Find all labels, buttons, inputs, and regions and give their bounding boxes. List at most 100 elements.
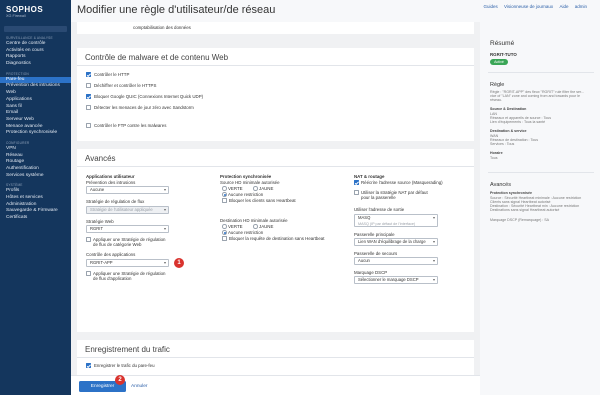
sidebar-item-authentication[interactable]: Authentification	[0, 166, 71, 173]
app-control-value: RGRIT-APP	[90, 260, 113, 265]
traffic-policy-value: Stratégie de l'utilisateur appliquée	[90, 207, 153, 212]
dscp-label: Marquage DSCP	[354, 270, 388, 275]
dscp-select[interactable]: Sélectionner le marquage DSCP ▾	[354, 276, 438, 284]
outgoing-address-label: Utiliser l'adresse de sortie	[354, 207, 405, 212]
summary-source-line-3: Lien d'équipements : Tous la santé	[490, 120, 546, 124]
sidebar-item-system-services[interactable]: Services système	[0, 173, 71, 180]
apply-app-traffic-label: Appliquer une Stratégie de régulation de…	[93, 271, 166, 281]
summary-schedule-value: Tous	[490, 156, 498, 160]
source-none-label: Aucune restriction	[228, 192, 264, 197]
default-nat-label: Utiliser la stratégie NAT par défaut pou…	[361, 190, 428, 200]
sidebar-item-web-server[interactable]: Serveur Web	[0, 117, 71, 124]
https-decrypt-label: Déchiffrer et contrôler le HTTPS	[94, 83, 157, 88]
summary-source-title: Source & Destination	[490, 107, 527, 111]
dest-green-radio[interactable]	[222, 224, 227, 229]
apply-app-traffic-checkbox[interactable]	[86, 271, 91, 276]
source-yellow-radio[interactable]	[253, 186, 258, 191]
source-yellow-label: JAUNE	[259, 186, 274, 191]
backup-gw-value: Aucun	[358, 258, 370, 263]
user-apps-heading: Applications utilisateur	[86, 174, 135, 179]
sidebar: SOPHOS XG Firewall Surveillance & analys…	[0, 0, 71, 395]
sidebar-item-hosts-services[interactable]: Hôtes et services	[0, 195, 71, 202]
marker-1-badge: 1	[174, 258, 184, 268]
sidebar-section-configure: Configurer	[6, 140, 30, 145]
outgoing-address-select[interactable]: MASQ MASQ (IP par défaut de l'interface)…	[354, 214, 438, 227]
source-hb-label: Source HD minimale autorisée	[220, 180, 280, 185]
chevron-down-icon: ▾	[163, 207, 166, 212]
cancel-button[interactable]: Annuler	[131, 384, 148, 389]
sandstorm-label: Détecter les menaces de jour zéro avec S…	[94, 105, 194, 110]
apply-web-category-checkbox[interactable]	[86, 237, 91, 242]
primary-gw-select[interactable]: Lien WAN d'équilibrage de la charge ▾	[354, 238, 438, 246]
app-control-select[interactable]: RGRIT-APP ▾	[86, 259, 169, 267]
default-nat-checkbox[interactable]	[354, 190, 359, 195]
rewrite-source-checkbox[interactable]	[354, 180, 359, 185]
web-policy-value: RGRIT	[90, 226, 104, 231]
block-quic-label: Bloquer Google QUIC (Connexions Internet…	[94, 94, 204, 99]
sidebar-item-diagnostics[interactable]: Diagnostics	[0, 61, 71, 68]
ips-select[interactable]: Aucune ▾	[86, 186, 169, 194]
source-green-radio[interactable]	[222, 186, 227, 191]
summary-dest-line-3: Services : Tous	[490, 142, 515, 146]
sidebar-item-vpn[interactable]: VPN	[0, 146, 71, 153]
http-scan-checkbox[interactable]	[86, 72, 91, 77]
dest-none-radio[interactable]	[222, 230, 227, 235]
ips-label: Prévention des intrusions	[86, 180, 136, 185]
sandstorm-checkbox[interactable]	[86, 105, 91, 110]
rewrite-source-label: Réécrire l'adresse source (Masquerading)	[361, 180, 443, 185]
sidebar-item-routing[interactable]: Routage	[0, 159, 71, 166]
backup-gw-select[interactable]: Aucun ▾	[354, 257, 438, 265]
log-traffic-checkbox[interactable]	[86, 363, 91, 368]
sophos-logo[interactable]: SOPHOS XG Firewall	[0, 0, 71, 24]
marker-2-badge: 2	[115, 375, 125, 385]
sidebar-search-input[interactable]	[4, 26, 67, 32]
app-control-label: Contrôle des applications	[86, 252, 136, 257]
source-none-radio[interactable]	[222, 192, 227, 197]
dest-yellow-label: JAUNE	[259, 224, 274, 229]
dest-hb-label: Destination HD minimale autorisée	[220, 218, 288, 223]
divider	[488, 72, 594, 73]
logging-card: Enregistrement du trafic Enregistrer le …	[77, 340, 474, 375]
ftp-scan-checkbox[interactable]	[86, 123, 91, 128]
sidebar-item-email[interactable]: Email	[0, 110, 71, 117]
guides-link[interactable]: Guides	[483, 4, 497, 9]
advanced-title: Avancés	[85, 154, 116, 163]
divider	[77, 65, 474, 66]
dest-green-label: VERTE	[228, 224, 243, 229]
web-policy-select[interactable]: RGRIT ▾	[86, 225, 169, 233]
malware-title: Contrôle de malware et de contenu Web	[85, 53, 229, 62]
sidebar-section-monitor: Surveillance & analyse	[6, 36, 53, 40]
traffic-policy-select: Stratégie de l'utilisateur appliquée ▾	[86, 206, 169, 214]
chevron-down-icon: ▾	[432, 258, 435, 263]
block-quic-checkbox[interactable]	[86, 94, 91, 99]
block-dest-checkbox[interactable]	[222, 236, 227, 241]
summary-adv-line-4: Destinations sans signal Heartbeat autor…	[490, 208, 560, 212]
log-viewer-link[interactable]: Visionneuse de journaux	[504, 4, 553, 9]
sidebar-item-synchronized-security[interactable]: Protection synchronisée	[0, 130, 71, 137]
sidebar-item-applications[interactable]: Applications	[0, 97, 71, 104]
sidebar-item-web[interactable]: Web	[0, 90, 71, 97]
chevron-down-icon: ▾	[432, 277, 435, 282]
admin-menu[interactable]: admin	[575, 4, 587, 9]
sidebar-item-certificates[interactable]: Certificats	[0, 215, 71, 222]
summary-schedule-title: Horaire	[490, 151, 503, 155]
web-policy-label: Stratégie Web	[86, 219, 114, 224]
divider	[77, 357, 474, 358]
backup-gw-label: Passerelle de secours	[354, 251, 398, 256]
brand-subtitle: XG Firewall	[6, 14, 26, 18]
apply-web-category-label: Appliquer une Stratégie de régulation de…	[93, 237, 166, 247]
main-content: comptabilisation des données Contrôle de…	[71, 22, 480, 395]
page-header: Modifier une règle d'utilisateur/de rése…	[71, 0, 600, 22]
sidebar-section-system: Système	[6, 183, 23, 188]
dest-yellow-radio[interactable]	[253, 224, 258, 229]
block-clients-checkbox[interactable]	[222, 198, 227, 203]
help-link[interactable]: Aide	[559, 4, 568, 9]
chevron-down-icon: ▾	[163, 226, 166, 231]
sidebar-item-control-center[interactable]: Centre de contrôle	[0, 41, 71, 48]
summary-adv-line-6: Marquage DSCP (Remarquage) : SA	[490, 218, 550, 222]
primary-gw-label: Passerelle principale	[354, 232, 395, 237]
summary-advanced-title: Avancés	[490, 182, 511, 188]
block-dest-label: Bloquer la requête de destination sans H…	[229, 236, 325, 241]
https-decrypt-checkbox[interactable]	[86, 83, 91, 88]
malware-card: Contrôle de malware et de contenu Web Co…	[77, 48, 474, 141]
